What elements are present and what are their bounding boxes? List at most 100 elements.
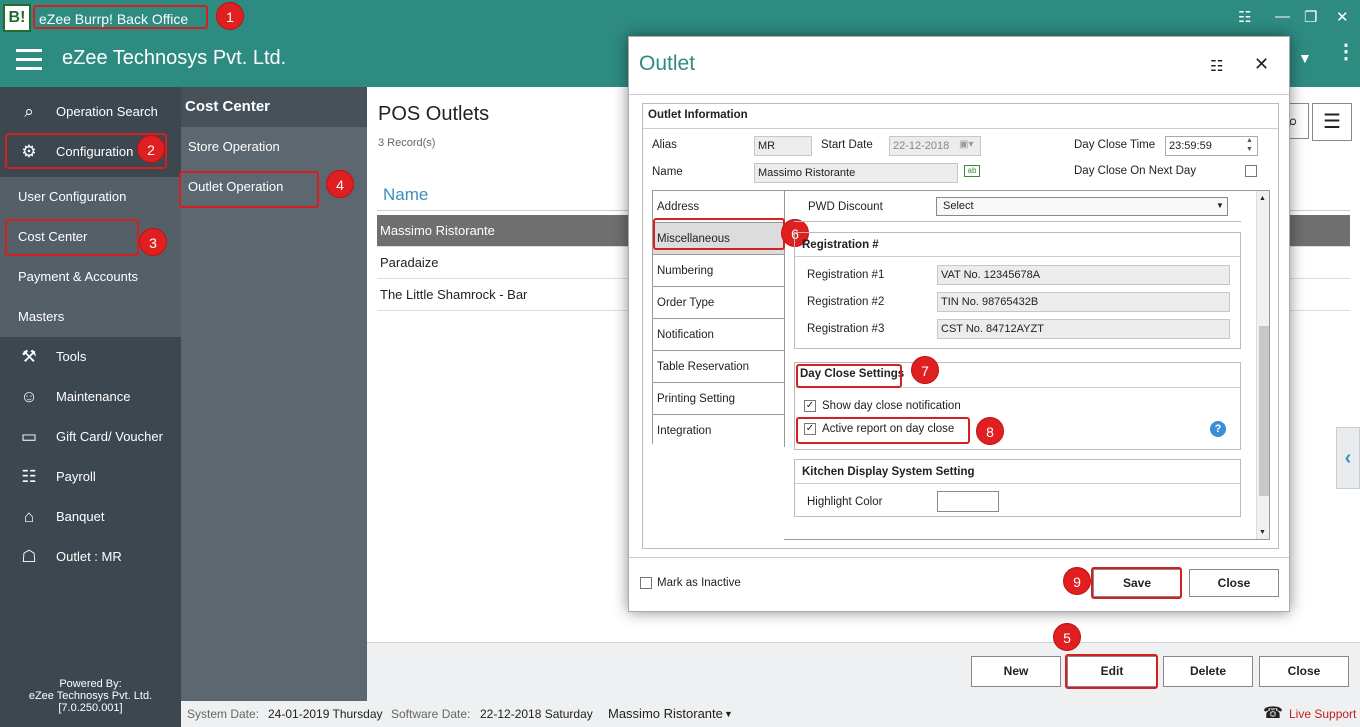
sidebar-item-maintenance[interactable]: ☺ Maintenance bbox=[0, 377, 181, 417]
scroll-up-icon[interactable]: ▲ bbox=[1259, 195, 1266, 202]
list-view-icon[interactable]: ☰ bbox=[1312, 103, 1352, 141]
highlight-color-picker[interactable] bbox=[937, 491, 999, 512]
registration-3-label: Registration #3 bbox=[807, 323, 885, 335]
title-bar: B! eZee Burrp! Back Office 1 ☷ — ❐ ✕ bbox=[0, 0, 1360, 36]
powered-by-line: Powered By: bbox=[59, 678, 122, 690]
outlet-icon: ☖ bbox=[21, 547, 37, 566]
registration-2-label: Registration #2 bbox=[807, 296, 885, 308]
live-support-link[interactable]: Live Support bbox=[1289, 701, 1356, 727]
page-title: POS Outlets bbox=[378, 103, 490, 125]
cost-center-title: Cost Center bbox=[181, 87, 367, 127]
registration-3-field[interactable]: CST No. 84712AYZT bbox=[937, 319, 1230, 339]
alias-field[interactable]: MR bbox=[754, 136, 812, 156]
record-count: 3 Record(s) bbox=[378, 137, 436, 149]
close-button[interactable]: Close bbox=[1259, 656, 1349, 687]
app-logo: B! bbox=[3, 4, 31, 32]
system-date-label: System Date: bbox=[187, 707, 260, 721]
translate-icon[interactable]: ☷ bbox=[1210, 57, 1223, 75]
tab-notification[interactable]: Notification bbox=[653, 319, 785, 351]
powered-by-line: eZee Technosys Pvt. Ltd. bbox=[28, 690, 153, 702]
mark-inactive-label: Mark as Inactive bbox=[657, 577, 741, 589]
minimize-icon[interactable]: — bbox=[1275, 8, 1290, 25]
highlight-box bbox=[179, 171, 319, 208]
pwd-discount-label: PWD Discount bbox=[808, 201, 883, 213]
time-spinner-icon[interactable]: ▲ ▼ bbox=[1246, 136, 1253, 154]
registration-1-field[interactable]: VAT No. 12345678A bbox=[937, 265, 1230, 285]
headset-icon: ☎ bbox=[1263, 705, 1283, 722]
language-icon[interactable]: ab bbox=[964, 165, 980, 177]
delete-button[interactable]: Delete bbox=[1163, 656, 1253, 687]
day-close-next-day-label: Day Close On Next Day bbox=[1074, 165, 1197, 177]
tools-icon: ⚒ bbox=[21, 347, 37, 366]
scroll-down-icon[interactable]: ▼ bbox=[1259, 529, 1266, 536]
cost-center-panel: Cost Center Store Operation Outlet Opera… bbox=[179, 87, 367, 701]
maintenance-icon: ☺ bbox=[20, 387, 38, 406]
sidebar-item-payroll[interactable]: ☷ Payroll bbox=[0, 457, 181, 497]
day-close-time-field[interactable]: 23:59:59 bbox=[1165, 136, 1258, 156]
dialog-close-button[interactable]: Close bbox=[1189, 569, 1279, 597]
help-icon[interactable]: ? bbox=[1210, 421, 1226, 437]
tab-table-reservation[interactable]: Table Reservation bbox=[653, 351, 785, 383]
highlight-box bbox=[1065, 654, 1158, 689]
registration-group: Registration # Registration #1 VAT No. 1… bbox=[794, 232, 1241, 349]
window-title: eZee Burrp! Back Office bbox=[33, 5, 208, 29]
store-operation-item[interactable]: Store Operation bbox=[181, 127, 367, 167]
highlight-box bbox=[1091, 567, 1182, 599]
registration-2-field[interactable]: TIN No. 98765432B bbox=[937, 292, 1230, 312]
show-notification-label: Show day close notification bbox=[822, 400, 961, 412]
show-notification-checkbox[interactable]: ✓ bbox=[804, 400, 816, 412]
day-close-next-day-checkbox[interactable] bbox=[1245, 165, 1257, 177]
dialog-close-icon[interactable]: ✕ bbox=[1254, 54, 1269, 75]
tab-content: PWD Discount Select ▼ Registration # Reg… bbox=[784, 190, 1270, 540]
outlet-information-group: Outlet Information Alias MR Start Date 2… bbox=[642, 103, 1279, 549]
dialog-title: Outlet bbox=[639, 52, 696, 75]
tab-printing-setting[interactable]: Printing Setting bbox=[653, 383, 785, 415]
sidebar-item-operation-search[interactable]: ⌕ Operation Search bbox=[0, 92, 181, 132]
scrollbar[interactable]: ▲ ▼ bbox=[1256, 191, 1269, 539]
alias-label: Alias bbox=[652, 139, 677, 151]
tab-order-type[interactable]: Order Type bbox=[653, 287, 785, 319]
payroll-icon: ☷ bbox=[21, 467, 37, 486]
dropdown-arrow-icon[interactable]: ▼ bbox=[1298, 50, 1312, 66]
divider bbox=[643, 128, 1278, 129]
tab-numbering[interactable]: Numbering bbox=[653, 255, 785, 287]
mark-inactive-checkbox[interactable] bbox=[640, 577, 652, 589]
calendar-icon[interactable]: ▣▾ bbox=[959, 139, 973, 150]
name-field[interactable]: Massimo Ristorante bbox=[754, 163, 958, 183]
highlight-color-label: Highlight Color bbox=[807, 496, 883, 508]
marker-1: 1 bbox=[216, 2, 244, 30]
sidebar-item-gift-card[interactable]: ▭ Gift Card/ Voucher bbox=[0, 417, 181, 457]
sidebar-item-banquet[interactable]: ⌂ Banquet bbox=[0, 497, 181, 537]
more-menu-icon[interactable]: ⋮ bbox=[1336, 42, 1356, 62]
registration-title: Registration # bbox=[802, 239, 879, 251]
sidebar-subitem-masters[interactable]: Masters bbox=[0, 297, 181, 337]
select-arrow-icon: ▼ bbox=[1216, 201, 1224, 210]
translate-icon[interactable]: ☷ bbox=[1238, 8, 1251, 26]
divider bbox=[629, 557, 1289, 558]
outlet-dropdown-icon[interactable]: ▼ bbox=[724, 701, 733, 727]
hamburger-menu-icon[interactable] bbox=[16, 49, 42, 70]
collapse-panel-icon[interactable]: ‹ bbox=[1336, 427, 1360, 489]
pwd-discount-select[interactable]: Select bbox=[936, 197, 1228, 216]
marker-2: 2 bbox=[137, 135, 165, 163]
restore-icon[interactable]: ❐ bbox=[1304, 8, 1317, 26]
highlight-box bbox=[796, 364, 902, 388]
status-bar: System Date: 24-01-2019 Thursday Softwar… bbox=[181, 701, 1360, 727]
sidebar-subitem-payment-accounts[interactable]: Payment & Accounts bbox=[0, 257, 181, 297]
marker-8: 8 bbox=[976, 417, 1004, 445]
powered-by: Powered By: eZee Technosys Pvt. Ltd. [7.… bbox=[0, 678, 181, 714]
sidebar-item-label: Outlet : MR bbox=[56, 549, 122, 564]
new-button[interactable]: New bbox=[971, 656, 1061, 687]
window-close-icon[interactable]: ✕ bbox=[1336, 8, 1349, 26]
sidebar-item-outlet[interactable]: ☖ Outlet : MR bbox=[0, 537, 181, 577]
current-outlet[interactable]: Massimo Ristorante bbox=[608, 701, 723, 727]
tab-integration[interactable]: Integration bbox=[653, 415, 785, 447]
start-date-label: Start Date bbox=[821, 139, 873, 151]
sidebar-subitem-user-configuration[interactable]: User Configuration bbox=[0, 177, 181, 217]
scroll-thumb[interactable] bbox=[1259, 326, 1269, 496]
company-name: eZee Technosys Pvt. Ltd. bbox=[62, 47, 287, 69]
sidebar-item-tools[interactable]: ⚒ Tools bbox=[0, 337, 181, 377]
sidebar-item-label: Maintenance bbox=[56, 389, 131, 404]
divider bbox=[629, 94, 1289, 95]
software-date: 22-12-2018 Saturday bbox=[480, 707, 593, 721]
